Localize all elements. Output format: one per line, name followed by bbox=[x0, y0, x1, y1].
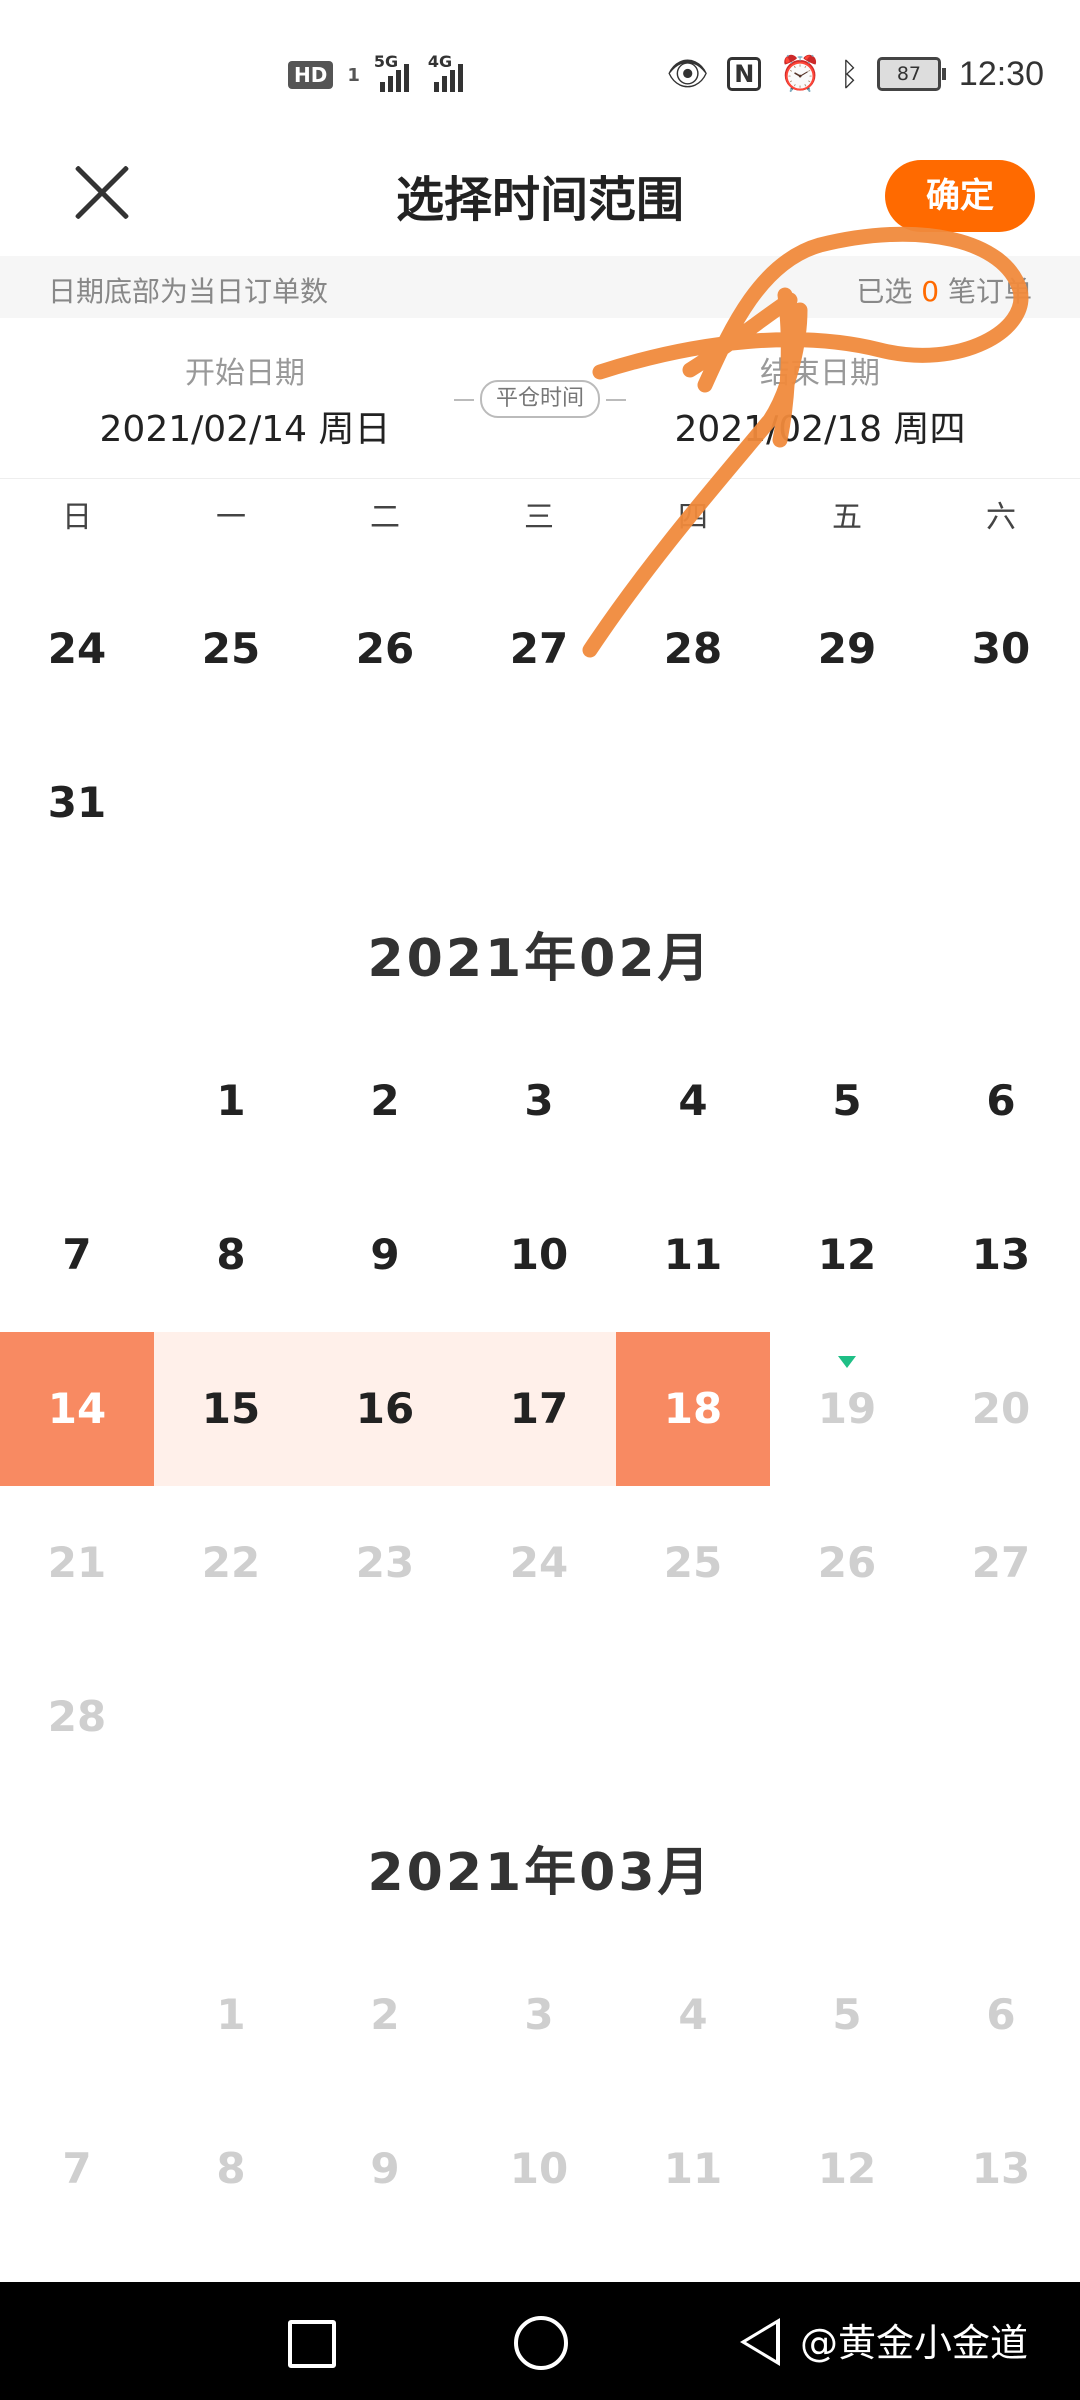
disabled-day: 4 bbox=[678, 1990, 708, 2039]
disabled-day: 8 bbox=[216, 2144, 246, 2193]
day-cell[interactable]: 29 bbox=[770, 572, 924, 726]
today-marker-icon bbox=[838, 1356, 856, 1368]
day-cell[interactable]: 2 bbox=[308, 1024, 462, 1178]
disabled-day: 20 bbox=[971, 1384, 1031, 1433]
disabled-day: 24 bbox=[509, 1538, 569, 1587]
disabled-day: 10 bbox=[509, 2144, 569, 2193]
header: 选择时间范围 确定 bbox=[0, 150, 1080, 256]
end-date-selector[interactable]: 结束日期 2021/02/18 周四 bbox=[620, 348, 1020, 452]
in-range-day[interactable]: 17 bbox=[462, 1332, 616, 1486]
disabled-day: 26 bbox=[817, 1538, 877, 1587]
alarm-icon: ⏰ bbox=[779, 54, 822, 94]
day-cell[interactable]: 10 bbox=[462, 1178, 616, 1332]
disabled-day: 11 bbox=[663, 2144, 723, 2193]
disabled-day: 1 bbox=[216, 1990, 246, 2039]
home-icon[interactable] bbox=[514, 2316, 568, 2370]
day-cell[interactable]: 31 bbox=[0, 726, 154, 880]
start-date-selector[interactable]: 开始日期 2021/02/14 周日 bbox=[45, 348, 445, 452]
disabled-day: 13 bbox=[971, 2144, 1031, 2193]
status-right: 👁 N ⏰ ᛒ 87 12:30 bbox=[666, 54, 1044, 94]
selected-suffix: 笔订单 bbox=[947, 275, 1032, 308]
day-cell[interactable]: 11 bbox=[616, 1178, 770, 1332]
start-date-value: 2021/02/14 周日 bbox=[99, 409, 391, 450]
weekday-fri: 五 bbox=[832, 500, 862, 535]
day-cell[interactable]: 5 bbox=[770, 1024, 924, 1178]
day-cell[interactable]: 26 bbox=[308, 572, 462, 726]
day-cell[interactable]: 24 bbox=[0, 572, 154, 726]
disabled-day: 7 bbox=[62, 2144, 92, 2193]
day-cell[interactable]: 3 bbox=[462, 1024, 616, 1178]
system-nav-bar: @黄金小金道 bbox=[0, 2282, 1080, 2400]
status-time: 12:30 bbox=[958, 54, 1044, 93]
day-cell[interactable]: 7 bbox=[0, 1178, 154, 1332]
weekday-sat: 六 bbox=[986, 500, 1016, 535]
today-day-label: 19 bbox=[817, 1384, 877, 1433]
disabled-day: 25 bbox=[663, 1538, 723, 1587]
weekday-sun: 日 bbox=[62, 500, 92, 535]
confirm-button[interactable]: 确定 bbox=[885, 160, 1035, 232]
disabled-day: 12 bbox=[817, 2144, 877, 2193]
weekday-wed: 三 bbox=[524, 500, 554, 535]
disabled-day: 3 bbox=[524, 1990, 554, 2039]
disabled-day: 6 bbox=[986, 1990, 1016, 2039]
day-cell[interactable]: 25 bbox=[154, 572, 308, 726]
back-icon[interactable] bbox=[740, 2318, 780, 2366]
end-date-value: 2021/02/18 周四 bbox=[674, 409, 966, 450]
day-cell[interactable]: 9 bbox=[308, 1178, 462, 1332]
month-title-february: 2021年02月 bbox=[367, 929, 713, 989]
selected-count: 0 bbox=[921, 275, 940, 308]
day-cell[interactable]: 13 bbox=[924, 1178, 1078, 1332]
range-end-day[interactable]: 18 bbox=[616, 1332, 770, 1486]
disabled-day: 21 bbox=[47, 1538, 107, 1587]
status-left: HD 1 5G 4G bbox=[288, 52, 468, 92]
range-type: 平仓时间 bbox=[450, 380, 630, 420]
start-date-label: 开始日期 bbox=[185, 356, 305, 391]
bluetooth-icon: ᛒ bbox=[839, 55, 859, 93]
day-cell[interactable]: 1 bbox=[154, 1024, 308, 1178]
in-range-day[interactable]: 16 bbox=[308, 1332, 462, 1486]
day-cell[interactable]: 8 bbox=[154, 1178, 308, 1332]
selected-prefix: 已选 bbox=[856, 275, 913, 308]
watermark: @黄金小金道 bbox=[800, 2321, 1029, 2365]
day-cell[interactable]: 30 bbox=[924, 572, 1078, 726]
sim-slot: 1 bbox=[347, 64, 360, 86]
day-cell[interactable]: 28 bbox=[616, 572, 770, 726]
disabled-day: 5 bbox=[832, 1990, 862, 2039]
weekday-thu: 四 bbox=[678, 500, 708, 535]
disabled-day: 22 bbox=[201, 1538, 261, 1587]
status-bar: HD 1 5G 4G 👁 N ⏰ ᛒ 87 12:30 bbox=[0, 0, 1080, 150]
disabled-day: 28 bbox=[47, 1692, 107, 1741]
end-date-label: 结束日期 bbox=[760, 356, 880, 391]
signal-icon-5g: 5G bbox=[374, 52, 414, 92]
disabled-day: 23 bbox=[355, 1538, 415, 1587]
hint-text: 日期底部为当日订单数 bbox=[48, 275, 329, 308]
day-cell[interactable]: 12 bbox=[770, 1178, 924, 1332]
month-title-march: 2021年03月 bbox=[367, 1843, 713, 1903]
day-cell[interactable]: 27 bbox=[462, 572, 616, 726]
today-day: 19 bbox=[770, 1332, 924, 1486]
range-start-day[interactable]: 14 bbox=[0, 1332, 154, 1486]
signal-icon-4g: 4G bbox=[428, 52, 468, 92]
nfc-icon: N bbox=[727, 57, 762, 91]
in-range-day[interactable]: 15 bbox=[154, 1332, 308, 1486]
hint-bar: 日期底部为当日订单数 已选 0 笔订单 bbox=[0, 256, 1080, 318]
close-time-pill: 平仓时间 bbox=[480, 380, 600, 418]
date-range-row: 开始日期 2021/02/14 周日 平仓时间 结束日期 2021/02/18 … bbox=[0, 318, 1080, 479]
battery-icon: 87 bbox=[876, 57, 946, 91]
hd-badge: HD bbox=[288, 61, 334, 89]
weekday-header: 日 一 二 三 四 五 六 bbox=[0, 480, 1080, 540]
eye-icon: 👁 bbox=[666, 54, 710, 94]
disabled-day: 9 bbox=[370, 2144, 400, 2193]
selected-orders: 已选 0 笔订单 bbox=[856, 270, 1032, 310]
disabled-day: 2 bbox=[370, 1990, 400, 2039]
day-cell[interactable]: 6 bbox=[924, 1024, 1078, 1178]
day-cell[interactable]: 4 bbox=[616, 1024, 770, 1178]
disabled-day: 27 bbox=[971, 1538, 1031, 1587]
weekday-mon: 一 bbox=[216, 500, 246, 535]
weekday-tue: 二 bbox=[370, 500, 400, 535]
recent-apps-icon[interactable] bbox=[288, 2320, 336, 2368]
